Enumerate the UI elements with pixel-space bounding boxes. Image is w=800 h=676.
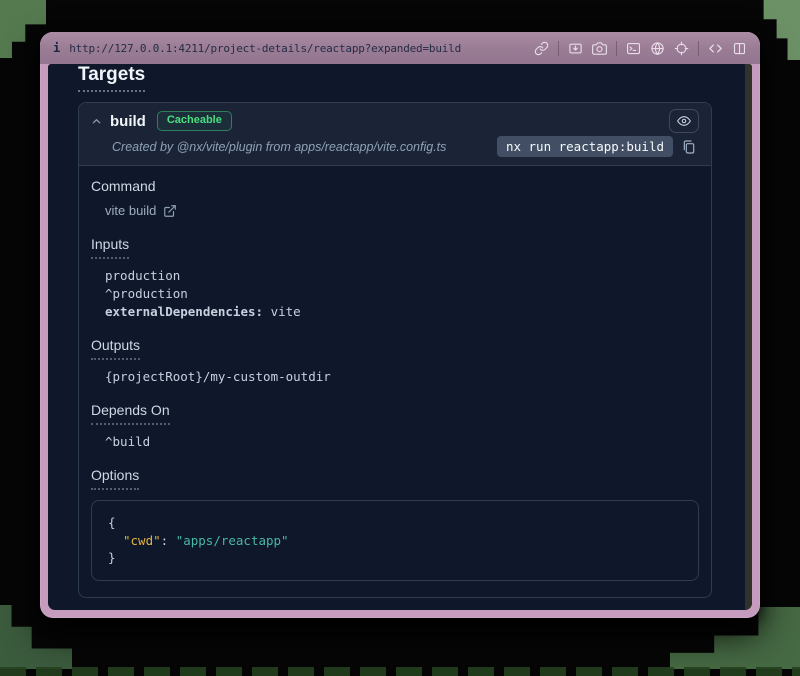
json-key: "cwd" [123,533,161,548]
build-card-header[interactable]: build Cacheable Created by @nx/vite/plug… [79,103,711,166]
depends-on-heading: Depends On [91,402,170,425]
terminal-icon[interactable] [626,41,641,56]
target-name-build[interactable]: build [110,113,146,130]
background-dashed-strip [0,667,800,676]
toolbar-separator [698,41,699,56]
options-json-block: { "cwd": "apps/reactapp" } [91,500,699,581]
input-item-external-dependencies: externalDependencies: vite [105,303,699,321]
json-string-value: "apps/reactapp" [176,533,289,548]
url-bar[interactable]: http://127.0.0.1:4211/project-details/re… [69,42,461,55]
inputs-section: Inputs production ^production externalDe… [91,236,699,321]
toolbar-separator [616,41,617,56]
link-icon[interactable] [534,41,549,56]
output-item: {projectRoot}/my-custom-outdir [105,368,699,386]
toolbar-separator [558,41,559,56]
globe-icon[interactable] [650,41,665,56]
outputs-section: Outputs {projectRoot}/my-custom-outdir [91,337,699,386]
inputs-heading: Inputs [91,236,129,259]
page-viewport: Targets build Cacheable [48,64,752,610]
save-box-icon[interactable] [568,41,583,56]
json-line: } [108,549,682,567]
command-section: Command vite build [91,178,699,220]
outputs-heading: Outputs [91,337,140,360]
build-card-body: Command vite build Inputs production ^pr… [79,166,711,597]
toolbar-actions [534,41,747,56]
project-details-main: Targets build Cacheable [48,64,745,610]
depends-on-section: Depends On ^build [91,402,699,451]
cacheable-badge: Cacheable [157,111,232,131]
options-heading: Options [91,467,139,490]
run-command-chip: nx run reactapp:build [497,136,673,157]
command-value: vite build [105,202,156,220]
view-target-graph-button[interactable] [669,109,699,133]
target-card-build: build Cacheable Created by @nx/vite/plug… [78,102,712,598]
code-icon[interactable] [708,41,723,56]
external-link-icon[interactable] [163,204,177,218]
chevron-up-icon[interactable] [91,116,102,127]
crosshair-icon[interactable] [674,41,689,56]
json-line: { [108,514,682,532]
browser-window: i http://127.0.0.1:4211/project-details/… [40,32,760,618]
page-title: Targets [78,64,712,92]
input-item: ^production [105,285,699,303]
browser-toolbar: i http://127.0.0.1:4211/project-details/… [40,32,760,64]
options-section: Options { "cwd": "apps/reactapp" } [91,467,699,581]
depends-on-item: ^build [105,433,699,451]
json-line: "cwd": "apps/reactapp" [108,532,682,550]
copy-icon[interactable] [681,139,697,155]
info-glyph: i [53,41,60,55]
camera-icon[interactable] [592,41,607,56]
scrollbar-track[interactable] [745,64,752,610]
split-panel-icon[interactable] [732,41,747,56]
input-item: production [105,267,699,285]
command-heading: Command [91,178,156,194]
created-by-text: Created by @nx/vite/plugin from apps/rea… [91,140,446,154]
